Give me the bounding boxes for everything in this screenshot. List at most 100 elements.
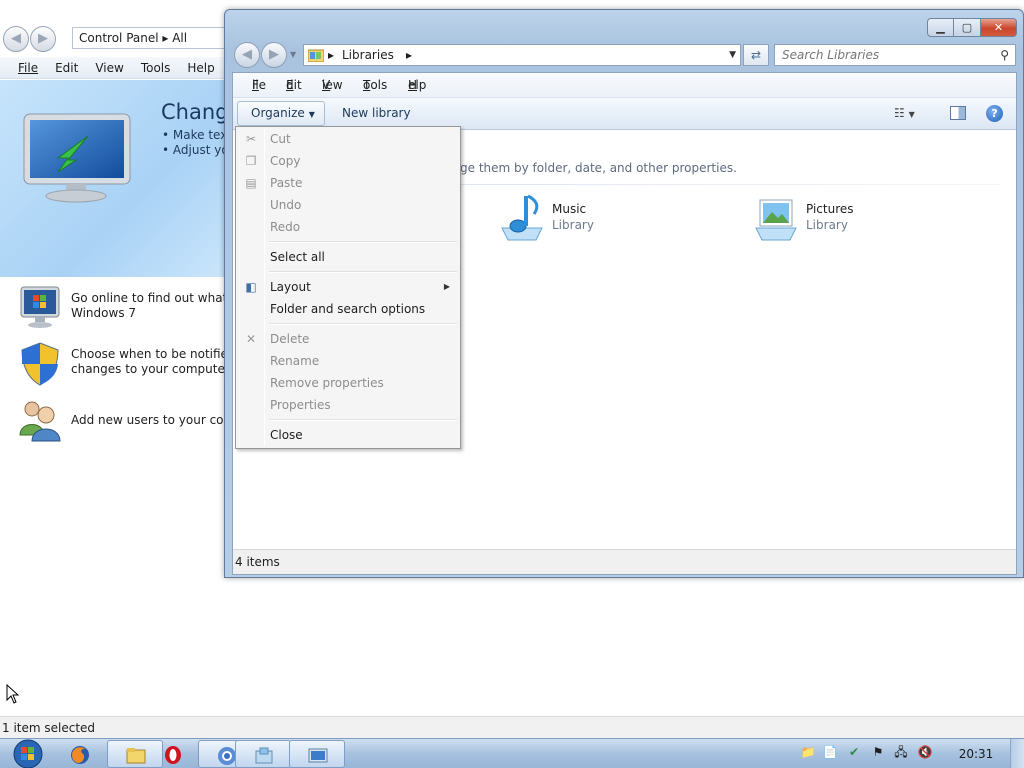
refresh-button[interactable]: ⇄ xyxy=(743,44,769,66)
menu-tools[interactable]: Tools xyxy=(141,57,171,79)
display-monitor-icon xyxy=(23,113,131,203)
forward-button[interactable]: ▶ xyxy=(261,42,287,68)
header-divider xyxy=(460,184,1000,185)
chrome-icon xyxy=(218,747,236,765)
banner-bullet-text[interactable]: • Make text xyxy=(162,128,232,142)
status-selected-count: 1 item selected xyxy=(2,721,96,735)
control-panel-address-bar[interactable]: Control Panel ▸ All xyxy=(72,27,232,49)
tray-folder-icon[interactable]: 📁 xyxy=(800,743,816,761)
menu-file[interactable]: File xyxy=(18,57,38,79)
library-pictures-name: Pictures xyxy=(806,202,854,216)
menu-item-remove-properties[interactable]: Remove properties xyxy=(238,372,458,394)
menu-item-rename[interactable]: Rename xyxy=(238,350,458,372)
opera-icon xyxy=(165,746,181,764)
breadcrumb-arrow-icon[interactable]: ▸ xyxy=(406,45,412,65)
taskbar-control-panel[interactable] xyxy=(289,740,345,768)
taskbar: 📁 📄 ✔ ⚑ 🖧 🔇 20:31 xyxy=(0,738,1024,768)
back-button[interactable]: ◀ xyxy=(234,42,260,68)
task-go-online-label: Go online to find out what's n Windows 7 xyxy=(71,291,231,320)
taskbar-libraries[interactable] xyxy=(235,740,291,768)
libraries-icon xyxy=(308,49,324,62)
address-dropdown-icon[interactable]: ▼ xyxy=(729,45,736,65)
menu-item-folder-options[interactable]: Folder and search options xyxy=(238,298,458,320)
task-notifications-label: Choose when to be notified a changes to y… xyxy=(71,347,231,376)
preview-pane-button[interactable] xyxy=(950,106,966,120)
tray-document-icon[interactable]: 📄 xyxy=(822,743,838,761)
help-icon[interactable]: ? xyxy=(986,105,1003,122)
task-notifications[interactable]: Choose when to be notified a changes to y… xyxy=(18,341,231,391)
network-icon[interactable]: 🖧 xyxy=(893,743,909,761)
menu-edit[interactable]: Edit xyxy=(55,57,78,79)
menu-item-copy[interactable]: ❐ Copy xyxy=(238,150,458,172)
library-pictures[interactable]: Pictures Library xyxy=(752,194,952,244)
tray-security-icon[interactable]: ✔ xyxy=(846,743,862,761)
library-music[interactable]: Music Library xyxy=(498,194,698,244)
notification-area: 📁 📄 ✔ ⚑ 🖧 🔇 xyxy=(796,743,946,765)
menu-item-paste[interactable]: ▤ Paste xyxy=(238,172,458,194)
start-button[interactable] xyxy=(6,739,46,768)
organize-button[interactable]: Organize ▼ xyxy=(237,101,325,126)
maximize-button[interactable]: ▢ xyxy=(954,18,981,37)
menu-item-cut[interactable]: ✂ Cut xyxy=(238,128,458,150)
forward-arrow-icon: ▶ xyxy=(38,31,48,46)
volume-muted-icon[interactable]: 🔇 xyxy=(917,743,933,761)
back-button[interactable]: ◀ xyxy=(3,26,29,52)
menu-item-redo[interactable]: Redo xyxy=(238,216,458,238)
taskbar-opera[interactable] xyxy=(145,740,201,768)
menu-separator xyxy=(269,323,457,325)
refresh-icon: ⇄ xyxy=(750,48,762,62)
menu-item-undo[interactable]: Undo xyxy=(238,194,458,216)
control-panel-menubar: File Edit View Tools Help xyxy=(0,57,230,79)
breadcrumb-libraries[interactable]: Libraries xyxy=(342,45,394,65)
taskbar-clock[interactable]: 20:31 xyxy=(953,739,999,768)
chevron-down-icon: ▼ xyxy=(908,110,915,119)
search-icon[interactable]: ⚲ xyxy=(1000,48,1009,62)
music-library-icon xyxy=(501,194,543,241)
forward-button[interactable]: ▶ xyxy=(30,26,56,52)
new-library-button[interactable]: New library xyxy=(342,101,411,126)
control-panel-status-bar: 1 item selected xyxy=(0,716,1024,738)
taskbar-firefox[interactable] xyxy=(52,740,108,768)
recent-pages-dropdown[interactable]: ▼ xyxy=(290,50,296,59)
close-button[interactable]: ✕ xyxy=(981,18,1017,37)
library-music-name: Music xyxy=(552,202,587,216)
breadcrumb-arrow-icon[interactable]: ▸ xyxy=(328,45,334,65)
control-panel-nav: ◀ ▶ Control Panel ▸ All xyxy=(0,24,232,56)
paste-icon: ▤ xyxy=(245,176,257,190)
mouse-pointer-icon xyxy=(6,684,20,704)
menu-item-properties[interactable]: Properties xyxy=(238,394,458,416)
control-panel-icon xyxy=(308,748,328,763)
menu-item-select-all[interactable]: Select all xyxy=(238,246,458,268)
explorer-icon xyxy=(126,748,146,764)
submenu-arrow-icon: ▶ xyxy=(443,282,450,291)
menu-separator xyxy=(269,419,457,421)
menu-separator xyxy=(269,241,457,243)
library-pictures-type: Library xyxy=(806,218,848,232)
task-add-users[interactable]: Add new users to your comp xyxy=(18,397,231,447)
users-icon xyxy=(19,401,61,442)
forward-arrow-icon: ▶ xyxy=(269,47,279,62)
address-bar[interactable]: ▸ Libraries ▸ ▼ xyxy=(303,44,741,66)
task-add-users-label: Add new users to your comp xyxy=(71,413,231,427)
libraries-nav-bar: ◀ ▶ ▼ ▸ Libraries ▸ ▼ ⇄ ⚲ xyxy=(233,41,1017,71)
window-caption-buttons: ▁ ▢ ✕ xyxy=(927,18,1017,37)
action-center-flag-icon[interactable]: ⚑ xyxy=(870,743,886,761)
show-desktop-button[interactable] xyxy=(1010,739,1024,768)
minimize-button[interactable]: ▁ xyxy=(927,18,954,37)
back-arrow-icon: ◀ xyxy=(11,31,21,46)
organize-menu: ✂ Cut ❐ Copy ▤ Paste Undo Redo Select all ◧… xyxy=(235,126,461,449)
search-box[interactable]: ⚲ xyxy=(774,44,1016,66)
library-music-type: Library xyxy=(552,218,594,232)
menu-item-delete[interactable]: ✕ Delete xyxy=(238,328,458,350)
menu-separator xyxy=(269,271,457,273)
delete-icon: ✕ xyxy=(245,332,257,346)
menu-help[interactable]: Help xyxy=(187,57,214,79)
search-input[interactable] xyxy=(775,45,985,65)
uac-shield-icon xyxy=(21,342,59,386)
menu-item-layout[interactable]: ◧ Layout ▶ xyxy=(238,276,458,298)
change-view-button[interactable]: ☷ ▼ xyxy=(894,106,928,122)
chevron-down-icon: ▼ xyxy=(308,110,315,119)
menu-item-close[interactable]: Close xyxy=(238,424,458,446)
menu-view[interactable]: View xyxy=(95,57,123,79)
task-go-online[interactable]: Go online to find out what's n Windows 7 xyxy=(18,285,231,335)
